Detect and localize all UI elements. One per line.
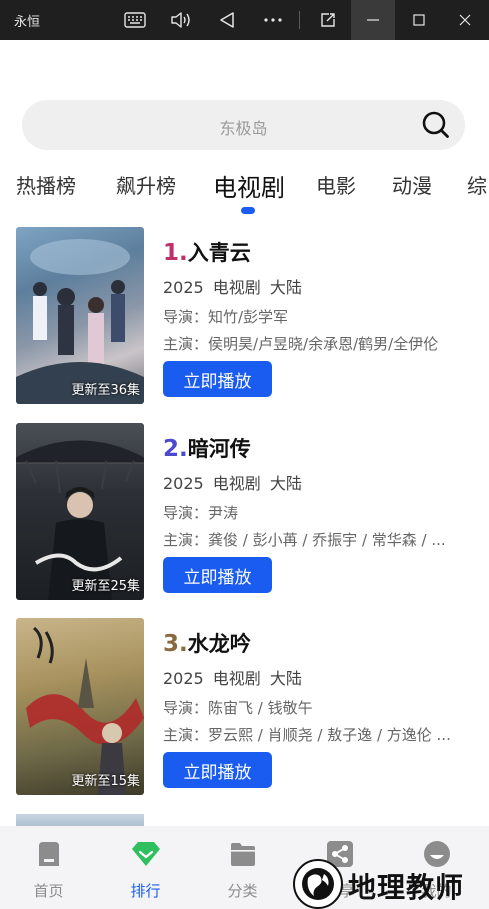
tab-tv-series[interactable]: 电视剧 bbox=[213, 168, 285, 203]
nav-ranking[interactable]: 排行 bbox=[97, 826, 194, 909]
watermark-text: 地理教师 bbox=[348, 871, 465, 904]
diamond-icon bbox=[132, 842, 160, 866]
item-title[interactable]: 1.入青云 bbox=[163, 237, 251, 267]
item-cast: 主演：侯明昊/卢昱晓/余承恩/鹤男/全伊伦 bbox=[163, 335, 439, 353]
episode-badge: 更新至36集 bbox=[71, 383, 140, 398]
maximize-icon[interactable] bbox=[397, 0, 441, 40]
tab-active-indicator bbox=[241, 207, 255, 214]
minimize-icon[interactable] bbox=[351, 0, 395, 40]
window-titlebar: 永恒 bbox=[0, 0, 489, 40]
title-text: 入青云 bbox=[187, 241, 251, 265]
tab-hot[interactable]: 热播榜 bbox=[16, 170, 76, 199]
item-cast: 主演：罗云熙 / 肖顺尧 / 敖子逸 / 方逸伦 ... bbox=[163, 726, 451, 744]
rank-number: 2. bbox=[163, 436, 188, 462]
play-now-button[interactable]: 立即播放 bbox=[163, 752, 272, 788]
keyboard-icon[interactable] bbox=[113, 0, 157, 40]
tab-variety[interactable]: 综 bbox=[467, 170, 487, 199]
list-item[interactable]: 更新至15集 3.水龙吟 2025 电视剧 大陆 导演：陈宙飞 / 钱敬午 主演… bbox=[16, 618, 476, 796]
window-title: 永恒 bbox=[14, 15, 41, 30]
rank-number: 1. bbox=[163, 240, 188, 266]
poster-image[interactable]: 更新至15集 bbox=[16, 618, 144, 795]
play-now-button[interactable]: 立即播放 bbox=[163, 557, 272, 593]
screenshot-icon[interactable] bbox=[306, 0, 350, 40]
nav-label: 首页 bbox=[33, 882, 64, 900]
nav-label: 排行 bbox=[130, 882, 161, 900]
close-icon[interactable] bbox=[443, 0, 487, 40]
item-director: 导演：知竹/彭学军 bbox=[163, 308, 289, 326]
item-meta: 2025 电视剧 大陆 bbox=[163, 278, 302, 297]
item-director: 导演：陈宙飞 / 钱敬午 bbox=[163, 699, 313, 717]
watermark-overlay: 地理教师 bbox=[292, 858, 487, 909]
list-item[interactable]: 更新至36集 1.入青云 2025 电视剧 大陆 导演：知竹/彭学军 主演：侯明… bbox=[16, 227, 476, 405]
titlebar-divider bbox=[299, 11, 300, 29]
item-meta: 2025 电视剧 大陆 bbox=[163, 474, 302, 493]
nav-category[interactable]: 分类 bbox=[194, 826, 291, 909]
rank-number: 3. bbox=[163, 631, 188, 657]
item-director: 导演：尹涛 bbox=[163, 504, 239, 522]
tab-movie[interactable]: 电影 bbox=[316, 170, 356, 199]
back-triangle-icon[interactable] bbox=[205, 0, 249, 40]
search-icon[interactable] bbox=[421, 110, 451, 140]
folder-icon bbox=[231, 843, 255, 866]
list-item[interactable]: 更新至25集 2.暗河传 2025 电视剧 大陆 导演：尹涛 主演：龚俊 / 彭… bbox=[16, 423, 476, 601]
home-icon bbox=[39, 842, 59, 866]
globe-logo bbox=[293, 859, 343, 909]
volume-icon[interactable] bbox=[159, 0, 203, 40]
title-text: 水龙吟 bbox=[187, 632, 251, 656]
episode-badge: 更新至15集 bbox=[71, 774, 140, 789]
item-title[interactable]: 3.水龙吟 bbox=[163, 628, 251, 658]
nav-label: 分类 bbox=[227, 882, 258, 900]
title-text: 暗河传 bbox=[187, 437, 251, 461]
item-cast: 主演：龚俊 / 彭小苒 / 乔振宇 / 常华森 / ... bbox=[163, 531, 446, 549]
episode-badge: 更新至25集 bbox=[71, 579, 140, 594]
tab-anime[interactable]: 动漫 bbox=[392, 170, 432, 199]
item-title[interactable]: 2.暗河传 bbox=[163, 433, 251, 463]
play-now-button[interactable]: 立即播放 bbox=[163, 361, 272, 397]
more-icon[interactable] bbox=[251, 0, 295, 40]
tab-rising[interactable]: 飙升榜 bbox=[116, 170, 176, 199]
nav-home[interactable]: 首页 bbox=[0, 826, 97, 909]
search-bar[interactable]: 东极岛 bbox=[22, 100, 465, 150]
poster-image[interactable]: 更新至36集 bbox=[16, 227, 144, 404]
search-input[interactable]: 东极岛 bbox=[22, 115, 465, 139]
poster-image[interactable]: 更新至25集 bbox=[16, 423, 144, 600]
item-meta: 2025 电视剧 大陆 bbox=[163, 669, 302, 688]
